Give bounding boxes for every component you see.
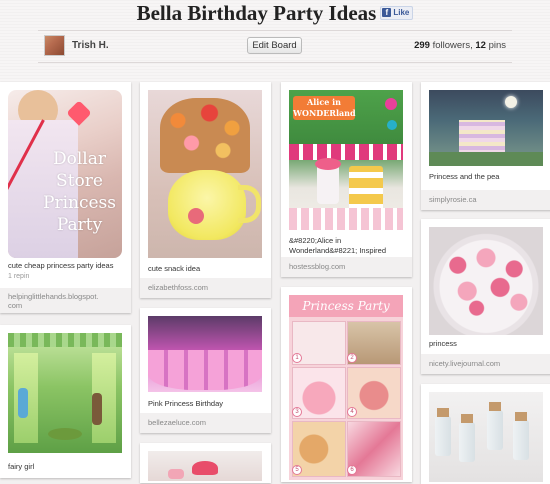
cupcake [192, 461, 218, 475]
avatar[interactable] [44, 35, 65, 56]
flower-cookies [160, 98, 250, 173]
pin-card[interactable] [140, 443, 271, 483]
facebook-icon: f [382, 8, 392, 18]
pin-source[interactable]: nicety.livejournal.com [421, 354, 550, 374]
repin-count[interactable]: 1 repin [8, 273, 29, 280]
pin-card[interactable]: Princess and the pea simplyrosie.ca [421, 82, 550, 210]
pin-card[interactable]: cute snack idea elizabethfoss.com [140, 82, 271, 298]
facebook-like-button[interactable]: f Like [380, 6, 414, 21]
pin-description: Princess and the pea [429, 172, 500, 181]
pin-description: princess [429, 339, 457, 348]
bottle [487, 410, 503, 450]
board-title: Bella Birthday Party Ideas f Like [0, 0, 550, 26]
collage-number: 4 [347, 407, 357, 417]
princess-party-title: Princess Party [289, 295, 403, 317]
balloon [387, 120, 397, 130]
pillow [48, 428, 82, 440]
pin-image[interactable] [429, 392, 543, 482]
edit-board-button[interactable]: Edit Board [247, 37, 302, 54]
source-line: com [8, 301, 23, 310]
pin-image[interactable] [148, 316, 262, 392]
divider [38, 30, 512, 31]
vase [317, 164, 339, 204]
overlay-line: Party [56, 215, 103, 235]
pin-card[interactable]: princess nicety.livejournal.com [421, 219, 550, 374]
teapot [168, 170, 246, 240]
bottle [513, 420, 529, 460]
cork [489, 402, 501, 411]
pin-source[interactable]: helpinglittlehands.blogspot. com [0, 288, 131, 313]
child-figure [92, 393, 102, 425]
pin-image[interactable]: Alice in WONDERland [289, 90, 403, 230]
pin-image[interactable]: Dollar Store Princess Party [8, 90, 122, 258]
pin-source[interactable]: simplyrosie.ca [421, 190, 550, 210]
moon [505, 96, 517, 108]
overlay-line: Dollar [53, 149, 107, 169]
garland [8, 333, 122, 347]
user-name[interactable]: Trish H. [72, 40, 109, 51]
collage-number: 2 [347, 353, 357, 363]
pin-source[interactable]: elizabethfoss.com [140, 278, 271, 298]
pin-source[interactable]: hostessblog.com [281, 257, 412, 277]
pin-source[interactable]: bellezaeluce.com [140, 413, 271, 433]
board-stats: 299 followers, 12 pins [414, 40, 506, 51]
pin-description: cute cheap princess party ideas [8, 261, 114, 270]
pin-image[interactable] [148, 451, 262, 481]
collage-number: 1 [292, 353, 302, 363]
pin-card[interactable]: Pink Princess Birthday bellezaeluce.com [140, 308, 271, 433]
wonderland-sign: Alice in WONDERland [293, 96, 356, 120]
pin-card[interactable]: Dollar Store Princess Party cute cheap p… [0, 82, 131, 313]
pin-image[interactable] [148, 90, 262, 258]
mattress-stack [459, 120, 505, 154]
teapot-handle [238, 185, 261, 223]
overlay-line: Store [56, 171, 103, 191]
tutu-row [148, 350, 262, 390]
cork [461, 414, 473, 423]
pin-image[interactable] [8, 333, 122, 453]
bottle [435, 416, 451, 456]
pin-image[interactable] [429, 227, 543, 335]
cork [515, 412, 527, 421]
board-title-text: Bella Birthday Party Ideas [136, 1, 377, 25]
pins-label: pins [488, 40, 506, 51]
pin-card[interactable]: fairy girl [0, 325, 131, 478]
teapot-flower [188, 208, 204, 224]
crown-cookies [439, 243, 533, 317]
bottle [459, 422, 475, 462]
pin-card[interactable] [421, 384, 550, 484]
pin-image[interactable] [429, 90, 543, 166]
pin-description: cute snack idea [148, 264, 201, 273]
divider [38, 62, 512, 63]
followers-label: followers, [432, 40, 473, 51]
flowers [315, 158, 341, 170]
pin-card[interactable]: Alice in WONDERland &#8220;Alice in Wond… [281, 82, 412, 277]
like-label: Like [393, 8, 410, 18]
followers-count[interactable]: 299 [414, 40, 430, 51]
balloon [385, 98, 397, 110]
pin-description: fairy girl [8, 462, 35, 471]
child-figure [18, 388, 28, 418]
board-header: Bella Birthday Party Ideas f Like Trish H.… [0, 0, 550, 82]
collage-number: 3 [292, 407, 302, 417]
pin-card[interactable]: Princess Party 1 2 3 4 5 6 [281, 287, 412, 482]
cupcakes [289, 208, 403, 230]
source-line: helpinglittlehands.blogspot. [8, 292, 99, 301]
collage-number: 6 [347, 465, 357, 475]
cork [437, 408, 449, 417]
pin-overlay-text: Dollar Store Princess Party [43, 148, 116, 236]
overlay-line: Princess [43, 193, 116, 213]
pins-count: 12 [475, 40, 486, 51]
grass [429, 152, 543, 166]
table-runner [289, 144, 403, 160]
collage-number: 5 [292, 465, 302, 475]
pin-image[interactable]: Princess Party 1 2 3 4 5 6 [289, 295, 403, 480]
pin-description: Pink Princess Birthday [148, 399, 224, 408]
